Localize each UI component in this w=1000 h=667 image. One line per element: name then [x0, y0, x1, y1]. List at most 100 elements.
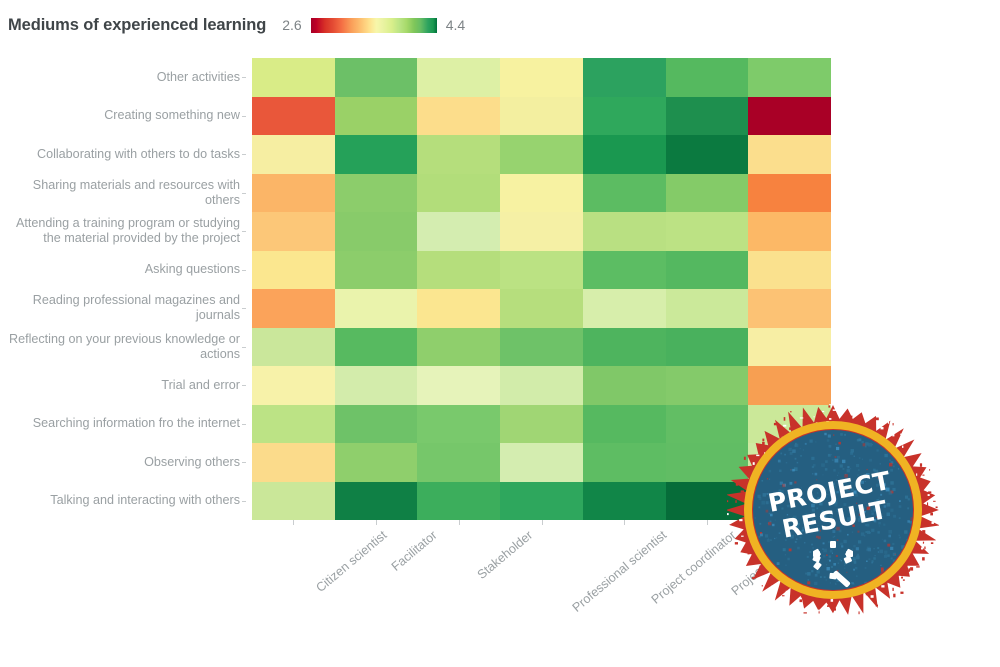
- heatmap-cell[interactable]: [748, 328, 831, 367]
- x-axis-tick-label: Stakeholder: [475, 528, 535, 582]
- heatmap-cell[interactable]: [417, 212, 500, 251]
- heatmap-row: [252, 251, 831, 290]
- heatmap-cell[interactable]: [500, 212, 583, 251]
- y-axis-tick-label: Asking questions: [0, 251, 246, 290]
- heatmap-cell[interactable]: [500, 443, 583, 482]
- heatmap-cell[interactable]: [252, 366, 335, 405]
- heatmap-cell[interactable]: [583, 58, 666, 97]
- heatmap-cell[interactable]: [666, 251, 749, 290]
- heatmap-cell[interactable]: [252, 135, 335, 174]
- heatmap-cell[interactable]: [417, 366, 500, 405]
- y-axis-tick-label: Searching information fro the internet: [0, 405, 246, 444]
- colorbar-max-label: 4.4: [446, 17, 465, 33]
- heatmap-cell[interactable]: [417, 135, 500, 174]
- heatmap-cell[interactable]: [583, 251, 666, 290]
- heatmap-row: [252, 174, 831, 213]
- heatmap-cell[interactable]: [252, 482, 335, 521]
- heatmap-cell[interactable]: [252, 328, 335, 367]
- heatmap-cell[interactable]: [417, 289, 500, 328]
- heatmap-cell[interactable]: [666, 366, 749, 405]
- heatmap-cell[interactable]: [500, 289, 583, 328]
- heatmap-cell[interactable]: [666, 135, 749, 174]
- heatmap-cell[interactable]: [252, 443, 335, 482]
- x-axis-tick: [542, 520, 543, 525]
- heatmap-cell[interactable]: [500, 482, 583, 521]
- y-axis-tick-label: Trial and error: [0, 366, 246, 405]
- y-axis-tick: [242, 154, 246, 155]
- heatmap-cell[interactable]: [335, 328, 418, 367]
- x-axis-tick: [376, 520, 377, 525]
- y-axis-tick-label: Creating something new: [0, 97, 246, 136]
- heatmap-cell[interactable]: [417, 405, 500, 444]
- heatmap-cell[interactable]: [583, 328, 666, 367]
- heatmap-cell[interactable]: [666, 328, 749, 367]
- heatmap-cell[interactable]: [583, 366, 666, 405]
- heatmap-cell[interactable]: [583, 482, 666, 521]
- y-axis-tick: [242, 231, 246, 232]
- x-axis-tick: [459, 520, 460, 525]
- heatmap-row: [252, 366, 831, 405]
- heatmap-cell[interactable]: [417, 251, 500, 290]
- heatmap-cell[interactable]: [583, 289, 666, 328]
- heatmap-row: [252, 135, 831, 174]
- y-axis-tick-label: Other activities: [0, 58, 246, 97]
- heatmap-cell[interactable]: [252, 58, 335, 97]
- heatmap-cell[interactable]: [417, 482, 500, 521]
- heatmap-cell[interactable]: [252, 289, 335, 328]
- heatmap-cell[interactable]: [335, 251, 418, 290]
- heatmap-cell[interactable]: [500, 174, 583, 213]
- heatmap-cell[interactable]: [335, 97, 418, 136]
- heatmap-cell[interactable]: [335, 289, 418, 328]
- heatmap-cell[interactable]: [335, 212, 418, 251]
- heatmap-cell[interactable]: [748, 135, 831, 174]
- heatmap-cell[interactable]: [666, 212, 749, 251]
- heatmap-cell[interactable]: [417, 443, 500, 482]
- heatmap-cell[interactable]: [748, 289, 831, 328]
- heatmap-cell[interactable]: [748, 174, 831, 213]
- heatmap-cell[interactable]: [252, 174, 335, 213]
- heatmap-cell[interactable]: [500, 58, 583, 97]
- heatmap-cell[interactable]: [666, 289, 749, 328]
- heatmap-cell[interactable]: [500, 405, 583, 444]
- heatmap-cell[interactable]: [335, 443, 418, 482]
- heatmap-cell[interactable]: [500, 97, 583, 136]
- heatmap-cell[interactable]: [335, 135, 418, 174]
- y-axis-tick: [242, 501, 246, 502]
- heatmap-cell[interactable]: [335, 174, 418, 213]
- x-axis-tick-label: Facilitator: [389, 528, 440, 574]
- heatmap-cell[interactable]: [335, 366, 418, 405]
- heatmap-cell[interactable]: [417, 174, 500, 213]
- heatmap-cell[interactable]: [583, 405, 666, 444]
- heatmap-cell[interactable]: [417, 97, 500, 136]
- heatmap-cell[interactable]: [500, 251, 583, 290]
- heatmap-cell[interactable]: [583, 135, 666, 174]
- chart-header: Mediums of experienced learning 2.6 4.4: [8, 12, 465, 38]
- heatmap-cell[interactable]: [500, 328, 583, 367]
- heatmap-cell[interactable]: [748, 251, 831, 290]
- heatmap-cell[interactable]: [335, 482, 418, 521]
- heatmap-cell[interactable]: [500, 366, 583, 405]
- heatmap-cell[interactable]: [500, 135, 583, 174]
- colorbar-min-label: 2.6: [282, 17, 301, 33]
- heatmap-cell[interactable]: [666, 58, 749, 97]
- heatmap-cell[interactable]: [583, 97, 666, 136]
- heatmap-cell[interactable]: [252, 212, 335, 251]
- heatmap-cell[interactable]: [583, 212, 666, 251]
- heatmap-cell[interactable]: [666, 174, 749, 213]
- page-title: Mediums of experienced learning: [8, 16, 266, 35]
- heatmap-cell[interactable]: [583, 174, 666, 213]
- heatmap-cell[interactable]: [252, 97, 335, 136]
- heatmap-cell[interactable]: [335, 58, 418, 97]
- heatmap-cell[interactable]: [748, 58, 831, 97]
- heatmap-cell[interactable]: [252, 405, 335, 444]
- heatmap-cell[interactable]: [666, 97, 749, 136]
- heatmap-cell[interactable]: [748, 366, 831, 405]
- heatmap-cell[interactable]: [417, 328, 500, 367]
- heatmap-cell[interactable]: [748, 97, 831, 136]
- heatmap-cell[interactable]: [335, 405, 418, 444]
- heatmap-cell[interactable]: [417, 58, 500, 97]
- heatmap-cell[interactable]: [748, 212, 831, 251]
- heatmap-cell[interactable]: [583, 443, 666, 482]
- heatmap-cell[interactable]: [252, 251, 335, 290]
- y-axis-tick-label: Reflecting on your previous knowledge or…: [0, 328, 246, 367]
